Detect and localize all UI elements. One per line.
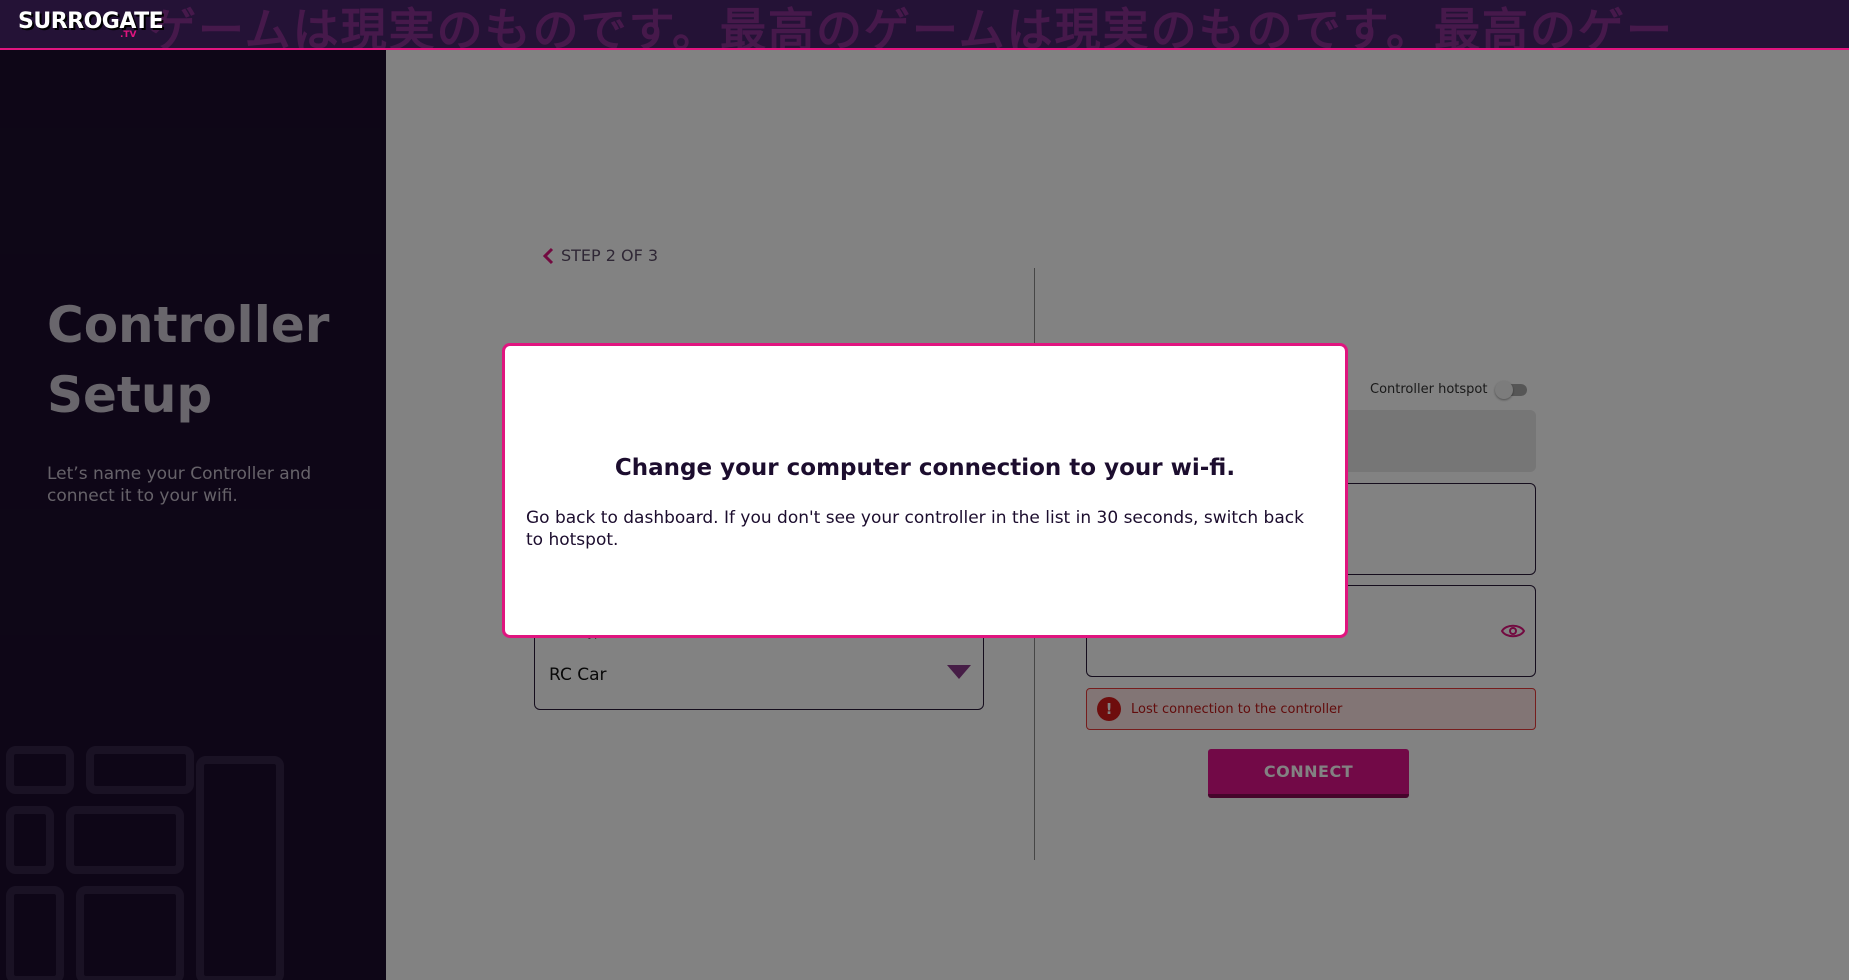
modal-title: Change your computer connection to your …	[614, 455, 1236, 481]
logo-suffix: .TV	[120, 30, 137, 40]
top-bar: ゲームは現実のものです。最高のゲームは現実のものです。最高のゲー SURROGA…	[0, 0, 1849, 50]
logo[interactable]: SURROGATE	[18, 9, 164, 34]
modal-body: Go back to dashboard. If you don't see y…	[526, 508, 1304, 550]
connection-modal: Change your computer connection to your …	[502, 343, 1348, 638]
header-background-text: ゲームは現実のものです。最高のゲームは現実のものです。最高のゲー	[150, 3, 1675, 50]
